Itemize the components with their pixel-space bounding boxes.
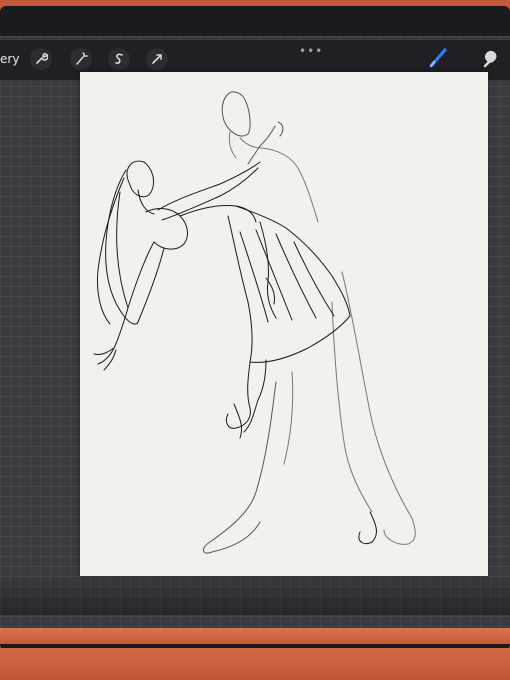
selection-button[interactable] [108,48,130,70]
tablet-case-edge [0,648,510,680]
adjustments-button[interactable] [70,48,92,70]
selection-icon [115,53,123,64]
transform-button[interactable] [146,48,168,70]
gallery-button[interactable]: ery [0,52,19,66]
smudge-icon [483,50,497,68]
brush-button[interactable] [428,46,450,68]
drawing-canvas[interactable] [80,72,488,576]
transform-icon [152,54,162,64]
more-menu-button[interactable]: ••• [299,44,323,58]
actions-button[interactable] [30,48,52,70]
tablet-case-lip [0,628,510,644]
line-art-drawing [93,91,416,554]
wrench-icon [36,53,48,64]
magic-wand-icon [76,52,88,65]
smudge-button[interactable] [480,46,502,68]
brush-icon [429,48,447,68]
screen-bottom-shade [0,575,510,615]
